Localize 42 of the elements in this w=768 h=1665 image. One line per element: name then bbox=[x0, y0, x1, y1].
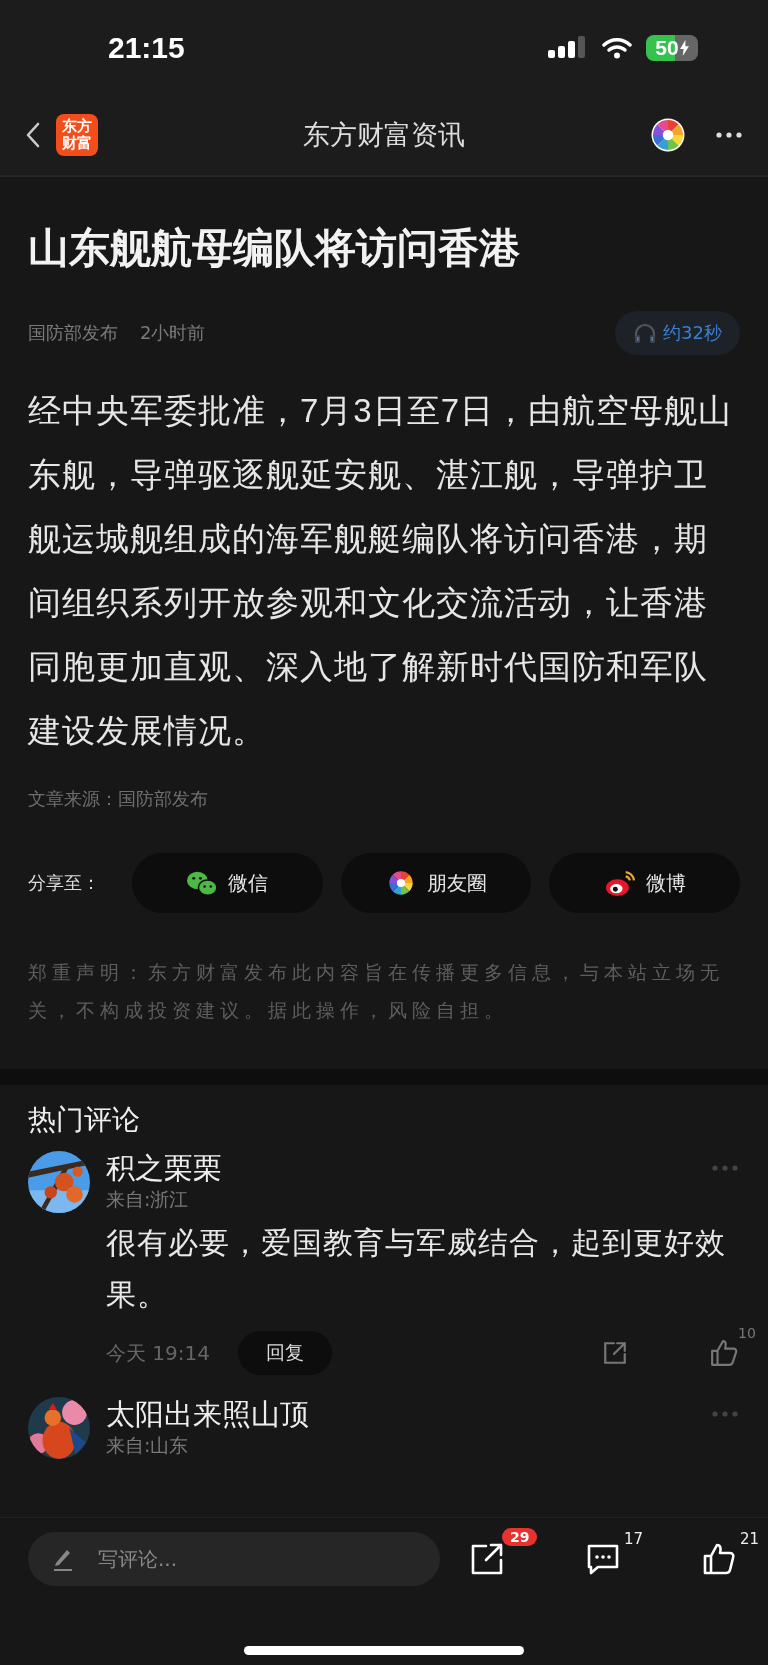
user-location: 来自:山东 bbox=[106, 1433, 190, 1458]
comment-icon[interactable] bbox=[586, 1542, 620, 1576]
app-logo[interactable]: 东方 财富 bbox=[56, 114, 98, 156]
section-title: 热门评论 bbox=[28, 1102, 141, 1138]
battery-level: 50 bbox=[655, 35, 679, 60]
logo-text: 财富 bbox=[62, 135, 92, 152]
disclaimer-text: 郑重声明：东方财富发布此内容旨在传播更多信息，与本站立场无关，不构成投资建议。据此操作，风险自担。 bbox=[28, 960, 725, 1023]
like-count: 21 bbox=[740, 1530, 760, 1548]
comment-time: 今天 19:14 bbox=[106, 1339, 210, 1367]
wifi-icon bbox=[602, 36, 632, 59]
shutter-icon[interactable] bbox=[650, 117, 686, 153]
article-source: 文章来源：国防部发布 bbox=[28, 787, 209, 811]
share-button[interactable]: 朋友圈 bbox=[340, 853, 532, 913]
more-icon[interactable] bbox=[716, 132, 742, 138]
reply-button[interactable]: 回复 bbox=[238, 1331, 332, 1375]
user-name[interactable]: 积之栗栗 bbox=[106, 1151, 222, 1185]
share-icon[interactable] bbox=[470, 1542, 504, 1576]
article-body: 经中央军委批准，7月3日至7日，由航空母舰山东舰，导弹驱逐舰延安舰、湛江舰，导弹护卫舰运城舰组成的海军舰艇编队将访问香港，期间组织系列开放参观和文化交流活动，让香港同胞更加直观、深入地了解新时代国防和军队建设发展情况。 bbox=[28, 391, 734, 751]
share-label: 分享至： bbox=[28, 871, 101, 895]
eye-logo-icon bbox=[603, 869, 636, 897]
listen-button[interactable]: 约32秒 bbox=[615, 311, 740, 355]
publisher-name: 国防部发布 bbox=[28, 321, 118, 345]
comment-field[interactable]: 写评论... bbox=[28, 1532, 440, 1586]
signal-icon bbox=[548, 35, 588, 60]
clock-time: 21:15 bbox=[108, 30, 185, 65]
article-title: 山东舰航母编队将访问香港 bbox=[28, 223, 521, 273]
charging-icon bbox=[679, 39, 689, 56]
like-count: 10 bbox=[738, 1325, 756, 1341]
publish-time: 2小时前 bbox=[140, 321, 206, 345]
user-name[interactable]: 太阳出来照山顶 bbox=[106, 1397, 309, 1431]
headphones-icon bbox=[633, 322, 658, 344]
page-title: 东方财富资讯 bbox=[302, 118, 466, 152]
thumbs-up-icon[interactable] bbox=[710, 1339, 738, 1367]
logo-text: 东方 bbox=[62, 118, 92, 135]
share-button[interactable]: 微信 bbox=[132, 853, 323, 913]
chat-bubbles-icon bbox=[186, 869, 219, 897]
user-location: 来自:浙江 bbox=[106, 1187, 190, 1212]
comment-text: 很有必要，爱国教育与军威结合，起到更好效果。 bbox=[106, 1225, 727, 1313]
back-icon[interactable] bbox=[26, 122, 40, 148]
comment-count: 17 bbox=[624, 1530, 644, 1548]
share-button[interactable]: 微博 bbox=[549, 853, 740, 913]
share-count: 29 bbox=[502, 1528, 538, 1546]
